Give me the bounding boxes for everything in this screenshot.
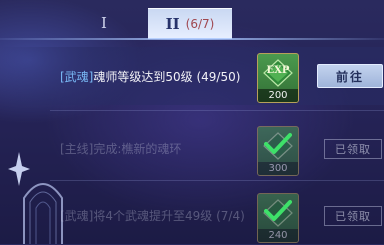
tab-divider (0, 38, 384, 40)
tab-chapter-2[interactable]: II (6/7) (148, 8, 232, 39)
task-text: [主线]完成:樵新的魂环 (60, 140, 181, 157)
task-tag: [武魂] (60, 70, 94, 84)
tab-chapter-1-label: I (101, 14, 107, 32)
reward-amount: 240 (258, 229, 298, 242)
check-icon (264, 200, 292, 221)
task-description: 魂师等级达到50级 (49/50) (93, 70, 241, 84)
task-tag: [武魂] (60, 209, 94, 223)
reward-item[interactable]: EXP 200 (257, 53, 299, 103)
tab-chapter-2-label: II (165, 15, 180, 33)
check-icon (264, 133, 292, 154)
claimed-button[interactable]: 已领取 (324, 139, 382, 159)
task-row: [武魂]将4个武魂提升至49级 (7/4) 240 已领取 (0, 187, 384, 245)
claimed-button[interactable]: 已领取 (324, 206, 382, 226)
tab-chapter-2-progress: (6/7) (185, 17, 215, 31)
row-divider (50, 110, 384, 111)
task-description: 将4个武魂提升至49级 (7/4) (93, 209, 245, 223)
go-button[interactable]: 前往 (317, 64, 383, 88)
reward-amount: 300 (258, 162, 298, 175)
tab-bar: I II (6/7) (0, 0, 384, 39)
task-text: [武魂]魂师等级达到50级 (49/50) (60, 68, 240, 85)
task-row: [武魂]魂师等级达到50级 (49/50) EXP 200 前往 (0, 47, 384, 105)
task-text: [武魂]将4个武魂提升至49级 (7/4) (60, 207, 245, 224)
tab-chapter-1[interactable]: I (64, 10, 144, 36)
row-divider (50, 180, 384, 181)
reward-amount: 200 (258, 89, 298, 102)
task-row: [主线]完成:樵新的魂环 300 已领取 (0, 120, 384, 178)
task-tag: [主线] (60, 142, 94, 156)
task-description: 完成:樵新的魂环 (93, 142, 182, 156)
reward-label: EXP (266, 65, 290, 76)
